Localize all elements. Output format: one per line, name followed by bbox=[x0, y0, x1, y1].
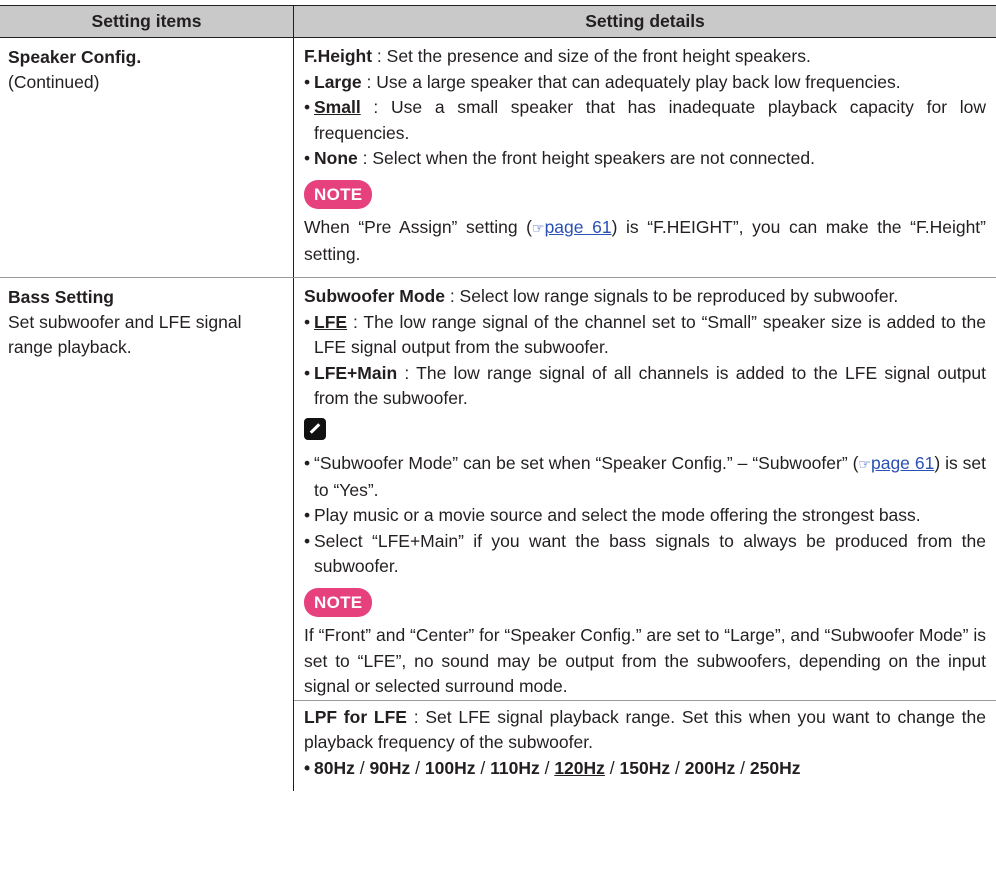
setting-item-cell: Speaker Config. (Continued) bbox=[0, 38, 294, 277]
fheight-label: F.Height bbox=[304, 46, 373, 66]
note-text: When “Pre Assign” setting (☞page 61) is … bbox=[304, 215, 986, 267]
table-row: Speaker Config. (Continued) F.Height : S… bbox=[0, 38, 996, 278]
setting-details-cell: Subwoofer Mode : Select low range signal… bbox=[294, 278, 996, 791]
table-header: Setting items Setting details bbox=[0, 5, 996, 38]
pencil-icon bbox=[304, 417, 326, 440]
settings-table: Setting items Setting details Speaker Co… bbox=[0, 5, 996, 791]
option-small-desc: : Use a small speaker that has inadequat… bbox=[314, 97, 986, 143]
tip3: Select “LFE+Main” if you want the bass s… bbox=[314, 530, 986, 577]
option-lfe-main: LFE+Main bbox=[314, 362, 398, 383]
lpf-line: LPF for LFE : Set LFE signal playback ra… bbox=[304, 705, 986, 756]
setting-subtitle: (Continued) bbox=[8, 72, 100, 92]
option-none-desc: : Select when the front height speakers … bbox=[357, 148, 815, 168]
option-small: Small bbox=[314, 97, 361, 117]
option-lfe: LFE bbox=[314, 311, 348, 332]
note-badge: NOTE bbox=[304, 587, 373, 617]
setting-subtitle: Set subwoofer and LFE signal range playb… bbox=[8, 312, 242, 357]
page-link[interactable]: page 61 bbox=[871, 453, 934, 473]
lpf-options: • 80Hz / 90Hz / 100Hz / 110Hz / 120Hz / 1… bbox=[304, 756, 986, 782]
lpf-separator: / bbox=[735, 757, 750, 778]
list-item: • None : Select when the front height spe… bbox=[304, 148, 815, 168]
setting-title: Bass Setting bbox=[8, 287, 114, 307]
setting-title: Speaker Config. bbox=[8, 47, 142, 67]
note-text-pre: When “Pre Assign” setting ( bbox=[304, 217, 533, 237]
header-setting-items: Setting items bbox=[0, 6, 294, 37]
lpf-options-list: 80Hz / 90Hz / 100Hz / 110Hz / 120Hz / 15… bbox=[314, 756, 986, 782]
option-lfe-desc: : The low range signal of the channel se… bbox=[314, 311, 986, 358]
subwoofer-mode-line: Subwoofer Mode : Select low range signal… bbox=[304, 284, 986, 310]
fheight-desc: : Set the presence and size of the front… bbox=[372, 46, 811, 66]
lpf-option: 80Hz bbox=[314, 757, 355, 778]
lpf-option: 100Hz bbox=[424, 757, 476, 778]
header-setting-details: Setting details bbox=[585, 11, 705, 31]
page-reference-icon: ☞ bbox=[532, 220, 545, 236]
lpf-option: 110Hz bbox=[490, 757, 540, 778]
option-lfe-main-desc: : The low range signal of all channels i… bbox=[314, 362, 986, 409]
note-badge: NOTE bbox=[304, 179, 373, 209]
lpf-separator: / bbox=[475, 757, 491, 778]
lpf-label: LPF for LFE bbox=[304, 706, 407, 727]
lpf-separator: / bbox=[354, 757, 370, 778]
tip1-pre: “Subwoofer Mode” can be set when “Speake… bbox=[314, 453, 859, 473]
lpf-desc: : Set LFE signal playback range. Set thi… bbox=[304, 706, 987, 753]
lpf-option: 120Hz bbox=[554, 757, 605, 778]
subwoofer-mode-label: Subwoofer Mode bbox=[304, 286, 445, 306]
lpf-option: 250Hz bbox=[749, 757, 801, 778]
option-large: Large bbox=[314, 71, 362, 92]
note-text: If “Front” and “Center” for “Speaker Con… bbox=[304, 625, 986, 696]
lpf-separator: / bbox=[410, 757, 425, 778]
list-item: • Small : Use a small speaker that has in… bbox=[304, 97, 986, 143]
lpf-separator: / bbox=[604, 757, 620, 778]
option-none: None bbox=[314, 148, 358, 168]
lpf-option: 150Hz bbox=[619, 757, 671, 778]
list-item: • Large : Use a large speaker that can ad… bbox=[304, 71, 901, 92]
lpf-separator: / bbox=[670, 757, 685, 778]
fheight-line: F.Height : Set the presence and size of … bbox=[304, 44, 986, 70]
option-large-desc: : Use a large speaker that can adequatel… bbox=[361, 71, 901, 92]
tip2: Play music or a movie source and select … bbox=[314, 505, 921, 525]
table-row: Bass Setting Set subwoofer and LFE signa… bbox=[0, 278, 996, 791]
lpf-option: 90Hz bbox=[369, 757, 411, 778]
page-reference-icon: ☞ bbox=[858, 456, 871, 472]
subwoofer-mode-desc: : Select low range signals to be reprodu… bbox=[444, 286, 899, 306]
list-item: • Select “LFE+Main” if you want the bass … bbox=[304, 529, 986, 580]
list-item: • “Subwoofer Mode” can be set when “Speak… bbox=[304, 453, 986, 500]
list-item: • LFE+Main : The low range signal of all … bbox=[304, 362, 986, 409]
list-item: • Play music or a movie source and select… bbox=[304, 503, 986, 529]
lpf-separator: / bbox=[539, 757, 555, 778]
setting-details-cell: F.Height : Set the presence and size of … bbox=[294, 38, 996, 277]
setting-item-cell: Bass Setting Set subwoofer and LFE signa… bbox=[0, 278, 294, 791]
list-item: • LFE : The low range signal of the chann… bbox=[304, 311, 986, 358]
lpf-option: 200Hz bbox=[684, 757, 736, 778]
lpf-section: LPF for LFE : Set LFE signal playback ra… bbox=[294, 699, 996, 782]
page-link[interactable]: page 61 bbox=[545, 217, 612, 237]
